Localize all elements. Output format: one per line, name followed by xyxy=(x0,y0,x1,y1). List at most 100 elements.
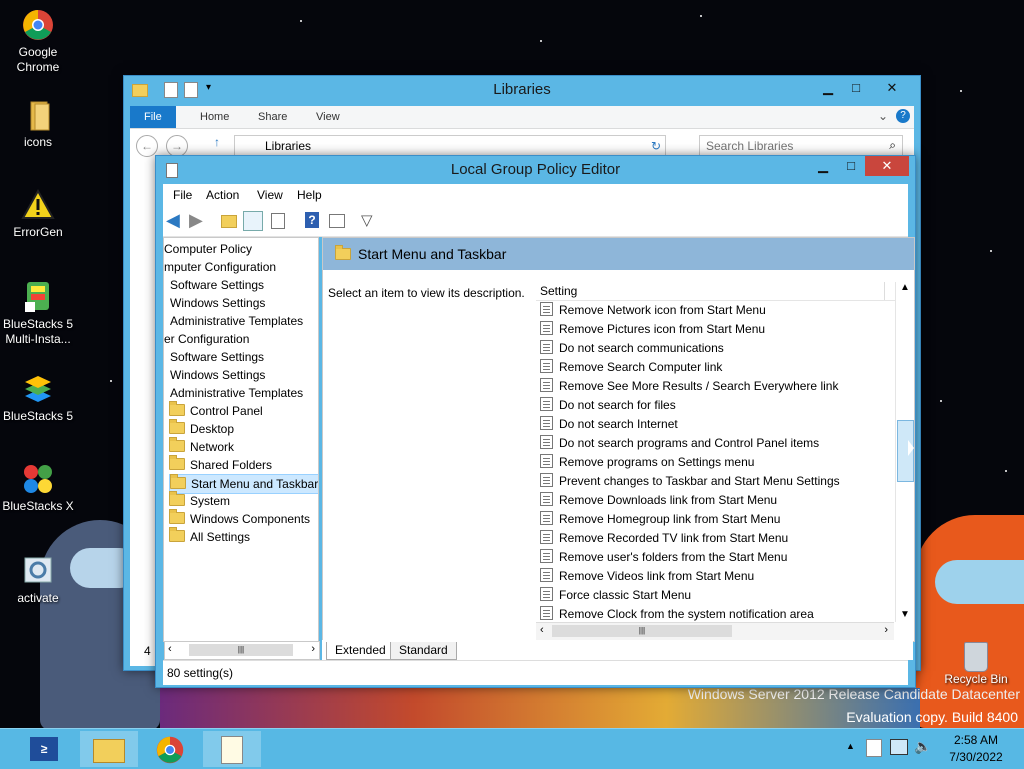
setting-row[interactable]: Force classic Start Menu xyxy=(536,586,896,605)
help-icon[interactable]: ? xyxy=(305,211,325,231)
up-folder-icon[interactable] xyxy=(221,211,241,231)
search-field[interactable]: ⌕ xyxy=(699,135,903,157)
properties-icon[interactable] xyxy=(329,211,349,231)
tab-view[interactable]: View xyxy=(316,106,340,128)
setting-row[interactable]: Do not search communications xyxy=(536,339,896,358)
setting-row[interactable]: Do not search for files xyxy=(536,396,896,415)
tree-item[interactable]: Shared Folders xyxy=(169,455,272,474)
search-input[interactable] xyxy=(700,136,878,156)
start-button[interactable]: ≥ xyxy=(18,731,74,767)
gpedit-window[interactable]: Local Group Policy Editor ▁ □ ✕ File Act… xyxy=(155,155,916,688)
scroll-left-icon[interactable]: ‹ xyxy=(540,624,544,636)
show-hidden-icons[interactable]: ▲ xyxy=(846,741,855,751)
close-button[interactable]: ✕ xyxy=(865,156,909,176)
back-icon[interactable]: ← xyxy=(136,135,158,157)
tab-standard[interactable]: Standard xyxy=(390,642,457,660)
tab-extended[interactable]: Extended xyxy=(326,642,395,660)
menu-help[interactable]: Help xyxy=(297,184,322,206)
desktop-icon-bluestacks[interactable]: BlueStacks 5 xyxy=(2,372,74,424)
desktop-icon-bluestacks-x[interactable]: BlueStacks X xyxy=(2,462,74,514)
setting-row[interactable]: Do not search programs and Control Panel… xyxy=(536,434,896,453)
tree-item[interactable]: Administrative Templates xyxy=(170,312,303,330)
setting-row[interactable]: Remove Homegroup link from Start Menu xyxy=(536,510,896,529)
tab-share[interactable]: Share xyxy=(258,106,287,128)
setting-row[interactable]: Remove Search Computer link xyxy=(536,358,896,377)
setting-row[interactable]: Remove user's folders from the Start Men… xyxy=(536,548,896,567)
tree-item[interactable]: Windows Settings xyxy=(170,366,265,384)
setting-row[interactable]: Remove programs on Settings menu xyxy=(536,453,896,472)
scroll-down-icon[interactable]: ▼ xyxy=(900,609,910,620)
taskbar-gpedit[interactable] xyxy=(203,731,261,767)
desktop-icon-activate[interactable]: activate xyxy=(2,554,74,606)
tree-item[interactable]: All Settings xyxy=(169,527,250,546)
new-folder-icon[interactable] xyxy=(184,82,198,98)
tab-file[interactable]: File xyxy=(130,106,176,128)
setting-row[interactable]: Remove Downloads link from Start Menu xyxy=(536,491,896,510)
forward-icon[interactable]: → xyxy=(166,135,188,157)
tree-item[interactable]: Software Settings xyxy=(170,348,264,366)
tree-item[interactable]: System xyxy=(169,491,230,510)
recycle-bin[interactable]: Recycle Bin xyxy=(940,642,1012,686)
gpedit-titlebar[interactable]: Local Group Policy Editor xyxy=(156,156,915,184)
export-list-icon[interactable] xyxy=(271,211,291,231)
tree-item[interactable]: Network xyxy=(169,437,234,456)
taskbar-explorer[interactable] xyxy=(80,731,138,767)
tree-hscrollbar[interactable]: ‹ ||| › xyxy=(164,641,320,660)
tree-item[interactable]: Control Panel xyxy=(169,401,263,420)
tree-item[interactable]: Computer Policy xyxy=(164,240,252,258)
maximize-button[interactable]: □ xyxy=(842,78,870,98)
volume-icon[interactable]: 🔈 xyxy=(914,738,931,755)
taskbar-chrome[interactable] xyxy=(141,731,199,767)
scroll-right-icon[interactable]: › xyxy=(884,624,888,636)
scroll-left-icon[interactable]: ‹ xyxy=(168,643,172,655)
maximize-button[interactable]: □ xyxy=(837,156,865,176)
setting-row[interactable]: Remove Recorded TV link from Start Menu xyxy=(536,529,896,548)
menu-file[interactable]: File xyxy=(173,184,192,206)
menu-view[interactable]: View xyxy=(257,184,283,206)
quick-access-toolbar[interactable]: ▾ xyxy=(132,82,222,98)
tree-item[interactable]: Software Settings xyxy=(170,276,264,294)
tree-item[interactable]: Windows Settings xyxy=(170,294,265,312)
tree-item[interactable]: mputer Configuration xyxy=(164,258,276,276)
column-header-setting[interactable]: Setting xyxy=(536,282,896,301)
filter-icon[interactable]: ▽ xyxy=(361,211,381,231)
desktop-icon-icons-folder[interactable]: icons xyxy=(2,98,74,150)
minimize-button[interactable]: ▁ xyxy=(814,78,842,98)
show-hide-tree-icon[interactable] xyxy=(243,211,263,231)
tree-item[interactable]: Desktop xyxy=(169,419,234,438)
tree-item[interactable]: Start Menu and Taskbar xyxy=(169,474,318,494)
setting-row[interactable]: Do not search Internet xyxy=(536,415,896,434)
setting-row[interactable]: Remove Videos link from Start Menu xyxy=(536,567,896,586)
scroll-right-icon[interactable]: › xyxy=(311,643,315,655)
address-bar[interactable]: Libraries ↻ xyxy=(234,135,666,157)
desktop-icon-chrome[interactable]: Google Chrome xyxy=(2,8,74,75)
minimize-button[interactable]: ▁ xyxy=(809,156,837,176)
chevron-down-icon[interactable]: ▾ xyxy=(206,82,211,93)
ribbon-expand-icon[interactable]: ⌄ xyxy=(878,109,888,123)
action-center-icon[interactable] xyxy=(866,739,882,757)
tree-item[interactable]: Windows Components xyxy=(169,509,310,528)
properties-icon[interactable] xyxy=(164,82,178,98)
desktop-icon-errorgen[interactable]: ErrorGen xyxy=(2,188,74,240)
setting-row[interactable]: Prevent changes to Taskbar and Start Men… xyxy=(536,472,896,491)
tab-home[interactable]: Home xyxy=(200,106,229,128)
tree-item[interactable]: Administrative Templates xyxy=(170,384,303,402)
setting-row[interactable]: Remove See More Results / Search Everywh… xyxy=(536,377,896,396)
scroll-thumb[interactable]: ||| xyxy=(189,644,293,656)
close-button[interactable]: ✕ xyxy=(870,78,914,98)
settings-hscrollbar[interactable]: ‹ ||| › xyxy=(536,622,894,640)
refresh-icon[interactable]: ↻ xyxy=(651,136,661,156)
scroll-up-icon[interactable]: ▲ xyxy=(900,282,910,293)
desktop-icon-bluestacks-multi[interactable]: BlueStacks 5 Multi-Insta... xyxy=(2,280,74,347)
network-icon[interactable] xyxy=(890,739,908,755)
column-divider[interactable] xyxy=(884,282,885,300)
setting-row[interactable]: Remove Pictures icon from Start Menu xyxy=(536,320,896,339)
forward-icon[interactable]: ▶ xyxy=(189,211,209,231)
up-icon[interactable]: ↑ xyxy=(214,135,220,149)
tree-item[interactable]: er Configuration xyxy=(164,330,249,348)
back-icon[interactable]: ◀ xyxy=(166,211,186,231)
help-icon[interactable]: ? xyxy=(896,109,910,123)
setting-row[interactable]: Remove Network icon from Start Menu xyxy=(536,301,896,320)
clock[interactable]: 2:58 AM 7/30/2022 xyxy=(936,732,1016,766)
scroll-thumb[interactable]: ||| xyxy=(552,625,732,637)
